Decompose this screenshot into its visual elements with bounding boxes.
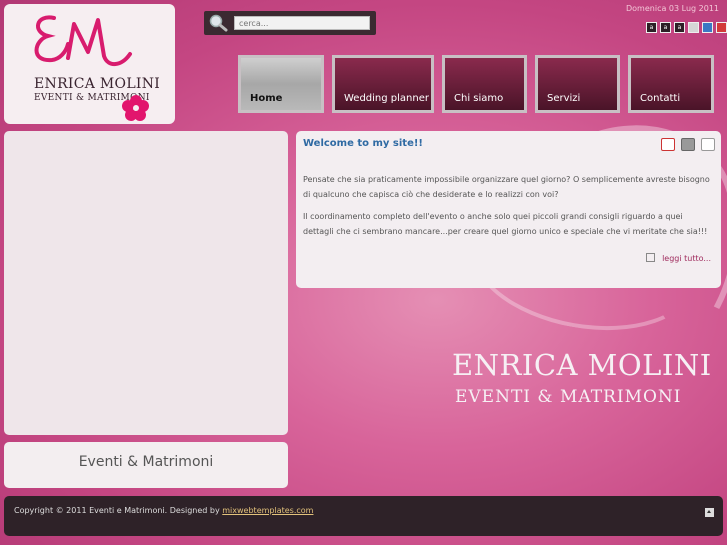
article-title[interactable]: Welcome to my site!!: [303, 138, 423, 149]
logo[interactable]: ENRICA MOLINI EVENTI & MATRIMONI: [4, 4, 175, 124]
article-paragraph: Pensate che sia praticamente impossibile…: [303, 175, 710, 199]
read-more-label: leggi tutto...: [662, 254, 711, 263]
nav-servizi[interactable]: Servizi: [535, 55, 620, 113]
nav-wedding-planner[interactable]: Wedding planner: [332, 55, 434, 113]
color-swatch-blue[interactable]: [702, 22, 713, 33]
flower-icon: [122, 95, 149, 121]
brand-subtitle: EVENTI & MATRIMONI: [455, 387, 682, 407]
nav-label: Wedding planner: [344, 93, 429, 104]
nav-home[interactable]: Home: [238, 55, 324, 113]
nav-chi-siamo[interactable]: Chi siamo: [442, 55, 527, 113]
font-size-controls: a a a: [646, 22, 727, 33]
nav-label: Contatti: [640, 93, 681, 104]
print-icon[interactable]: [681, 138, 695, 151]
search-icon[interactable]: [208, 14, 228, 32]
date-display: Domenica 03 Lug 2011: [626, 4, 719, 13]
left-sidebar-panel: [4, 131, 288, 435]
email-icon[interactable]: [701, 138, 715, 151]
color-swatch-gray[interactable]: [688, 22, 699, 33]
left-sidebar-footer: Eventi & Matrimoni: [4, 442, 288, 488]
sidebar-footer-title: Eventi & Matrimoni: [78, 454, 214, 470]
designer-link[interactable]: mixwebtemplates.com: [222, 506, 313, 515]
logo-name: ENRICA MOLINI: [34, 76, 161, 92]
em-monogram-icon: [34, 15, 132, 66]
search-bar: [204, 11, 376, 35]
article-box: Welcome to my site!! Pensate che sia pra…: [296, 131, 721, 288]
back-to-top-icon[interactable]: [705, 508, 714, 517]
nav-contatti[interactable]: Contatti: [628, 55, 714, 113]
pdf-icon[interactable]: [661, 138, 675, 151]
read-more-icon: [646, 253, 656, 262]
color-swatch-red[interactable]: [716, 22, 727, 33]
article-paragraph: Il coordinamento completo dell'evento o …: [303, 212, 708, 236]
search-input[interactable]: [234, 16, 370, 30]
nav-label: Home: [250, 93, 283, 104]
copyright-text: Copyright © 2011 Eventi e Matrimoni. Des…: [14, 506, 313, 515]
read-more-link[interactable]: leggi tutto...: [646, 253, 711, 263]
main-nav: Home Wedding planner Chi siamo Servizi C…: [238, 55, 714, 113]
font-size-reset-button[interactable]: a: [660, 22, 671, 33]
page-footer: Copyright © 2011 Eventi e Matrimoni. Des…: [4, 496, 723, 536]
font-size-increase-button[interactable]: a: [646, 22, 657, 33]
article-actions: [661, 138, 715, 151]
nav-label: Chi siamo: [454, 93, 504, 104]
font-size-decrease-button[interactable]: a: [674, 22, 685, 33]
nav-label: Servizi: [547, 93, 581, 104]
copyright-label: Copyright © 2011 Eventi e Matrimoni. Des…: [14, 506, 223, 515]
brand-name: ENRICA MOLINI: [452, 348, 712, 382]
